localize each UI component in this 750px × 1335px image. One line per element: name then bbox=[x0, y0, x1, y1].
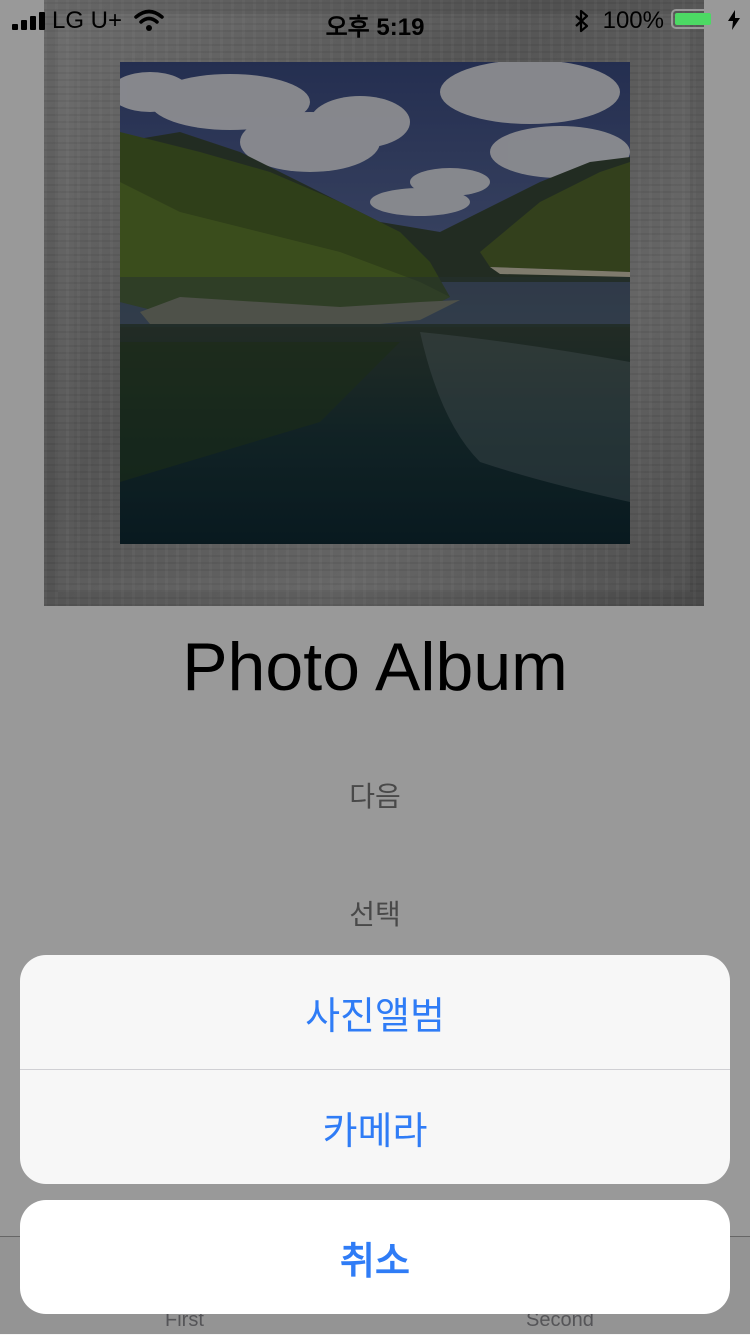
camera-option[interactable]: 카메라 bbox=[20, 1070, 730, 1184]
photo-album-option[interactable]: 사진앨범 bbox=[20, 955, 730, 1069]
status-bar: LG U+ 오후 5:19 100% bbox=[0, 0, 750, 41]
bluetooth-icon bbox=[575, 9, 589, 33]
cancel-button[interactable]: 취소 bbox=[20, 1200, 730, 1314]
charging-icon bbox=[728, 10, 740, 30]
battery-icon bbox=[671, 9, 719, 29]
action-sheet: 사진앨범 카메라 bbox=[20, 955, 730, 1184]
battery-percent: 100% bbox=[602, 7, 664, 34]
app-screen: LG U+ 오후 5:19 100% Photo Album 다음 선택 Fir… bbox=[0, 0, 750, 1335]
